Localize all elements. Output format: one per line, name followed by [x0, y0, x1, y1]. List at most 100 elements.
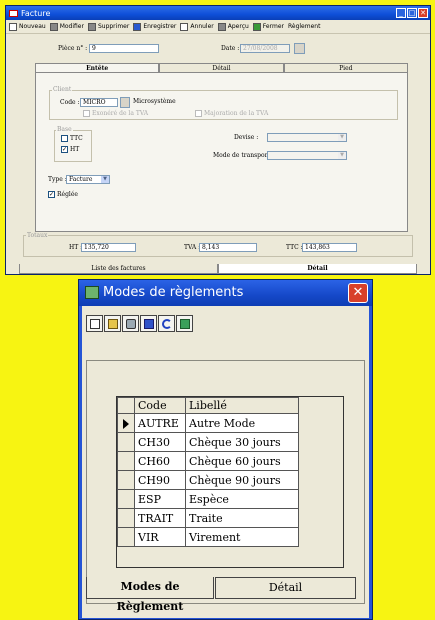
- minimize-icon[interactable]: _: [396, 8, 406, 18]
- exonere-checkbox[interactable]: Exonéré de la TVA: [83, 110, 148, 117]
- fermer-button[interactable]: Fermer: [252, 22, 284, 31]
- save-icon: [133, 22, 142, 31]
- cell-libelle[interactable]: Virement: [185, 527, 299, 547]
- date-input[interactable]: 27/08/2008: [240, 44, 290, 53]
- chevron-down-icon: ▼: [338, 152, 346, 159]
- table-row[interactable]: CH60 Chèque 60 jours: [117, 451, 299, 471]
- save-button[interactable]: [140, 314, 157, 332]
- date-label: Date :: [221, 45, 240, 52]
- cell-code[interactable]: VIR: [134, 527, 186, 547]
- modes-grid: Code Libellé AUTRE Autre Mode CH30 Chèqu…: [116, 396, 344, 568]
- client-name: Microsystème: [133, 98, 176, 105]
- piece-input[interactable]: 9: [89, 44, 159, 53]
- tab-facture-detail[interactable]: Détail: [218, 264, 417, 274]
- modes-toolbar: [86, 312, 194, 334]
- base-group-title: Base: [56, 126, 73, 133]
- undo-button[interactable]: [158, 314, 175, 332]
- exit-icon: [85, 286, 99, 299]
- totaux-group-title: Totaux: [26, 232, 49, 239]
- tab-modes-detail[interactable]: Détail: [215, 577, 356, 599]
- reglement-button[interactable]: Règlement: [288, 23, 320, 30]
- enregistrer-button[interactable]: Enregistrer: [133, 22, 176, 31]
- tab-modes-reglement[interactable]: Modes de Règlement: [86, 577, 214, 613]
- cell-code[interactable]: TRAIT: [134, 508, 186, 528]
- cell-libelle[interactable]: Autre Mode: [185, 413, 299, 433]
- tva-total-label: TVA :: [184, 244, 201, 251]
- tab-liste-factures[interactable]: Liste des factures: [19, 264, 218, 274]
- row-indicator: [117, 451, 135, 471]
- chevron-down-icon: ▼: [338, 134, 346, 141]
- entete-panel: Client Code : MICRO Microsystème Exonéré…: [35, 72, 408, 232]
- exit-icon: [252, 22, 261, 31]
- facture-bottom-tabs: Liste des factures Détail: [19, 264, 417, 274]
- facture-window: Facture _ □ ✕ Nouveau Modifier Supprimer…: [5, 5, 431, 275]
- chevron-down-icon: ▼: [101, 176, 109, 183]
- save-icon: [144, 318, 154, 329]
- cell-code[interactable]: ESP: [134, 489, 186, 509]
- ht-total-field: 135,720: [81, 243, 136, 252]
- reglee-checkbox[interactable]: ✓ Réglée: [48, 191, 78, 198]
- folder-open-icon: [108, 318, 118, 329]
- modes-title-bar[interactable]: Modes de règlements: [79, 280, 372, 306]
- table-row[interactable]: TRAIT Traite: [117, 508, 299, 528]
- transport-select[interactable]: ▼: [267, 151, 347, 160]
- table-row[interactable]: CH90 Chèque 90 jours: [117, 470, 299, 490]
- annuler-button[interactable]: Annuler: [180, 22, 214, 31]
- apercu-button[interactable]: Aperçu: [217, 22, 249, 31]
- close-button[interactable]: ✕: [348, 283, 368, 303]
- table-row[interactable]: CH30 Chèque 30 jours: [117, 432, 299, 452]
- column-header-libelle[interactable]: Libellé: [185, 397, 299, 414]
- client-code-input[interactable]: MICRO: [80, 98, 118, 107]
- cell-libelle[interactable]: Chèque 30 jours: [185, 432, 299, 452]
- new-document-icon: [90, 318, 100, 329]
- table-row[interactable]: VIR Virement: [117, 527, 299, 547]
- cell-code[interactable]: CH60: [134, 451, 186, 471]
- cell-code[interactable]: CH90: [134, 470, 186, 490]
- app-icon: [9, 9, 18, 17]
- cell-libelle[interactable]: Chèque 60 jours: [185, 451, 299, 471]
- modifier-button[interactable]: Modifier: [49, 22, 84, 31]
- code-label: Code :: [60, 99, 80, 106]
- cell-code[interactable]: AUTRE: [134, 413, 186, 433]
- ht-checkbox[interactable]: ✓ HT: [61, 146, 79, 153]
- modes-title: Modes de règlements: [103, 285, 244, 300]
- ttc-total-label: TTC :: [286, 244, 303, 251]
- calendar-icon[interactable]: [294, 43, 305, 54]
- nouveau-button[interactable]: Nouveau: [9, 22, 46, 31]
- maximize-icon[interactable]: □: [407, 8, 417, 18]
- cell-libelle[interactable]: Espèce: [185, 489, 299, 509]
- facture-title: Facture: [21, 8, 51, 18]
- undo-icon: [180, 22, 189, 31]
- ttc-total-field: 143,863: [302, 243, 357, 252]
- facture-title-bar[interactable]: Facture: [6, 6, 430, 20]
- piece-label: Pièce n° :: [58, 45, 88, 52]
- edit-icon: [49, 22, 58, 31]
- client-lookup-button[interactable]: [120, 97, 130, 108]
- table-header-row: Code Libellé: [117, 397, 299, 414]
- ttc-checkbox[interactable]: TTC: [61, 135, 83, 142]
- trash-icon: [126, 318, 136, 329]
- new-document-icon: [9, 22, 17, 31]
- current-row-icon: [117, 413, 135, 433]
- facture-toolbar: Nouveau Modifier Supprimer Enregistrer A…: [6, 20, 430, 34]
- cell-libelle[interactable]: Chèque 90 jours: [185, 470, 299, 490]
- cell-libelle[interactable]: Traite: [185, 508, 299, 528]
- cell-code[interactable]: CH30: [134, 432, 186, 452]
- type-select[interactable]: Facture ▼: [66, 175, 110, 184]
- row-indicator: [117, 508, 135, 528]
- column-header-code[interactable]: Code: [134, 397, 186, 414]
- open-button[interactable]: [104, 314, 121, 332]
- new-button[interactable]: [86, 314, 103, 332]
- transport-label: Mode de transport :: [213, 152, 274, 159]
- majoration-checkbox[interactable]: Majoration de la TVA: [195, 110, 268, 117]
- table-row[interactable]: ESP Espèce: [117, 489, 299, 509]
- exit-button[interactable]: [176, 314, 193, 332]
- supprimer-button[interactable]: Supprimer: [87, 22, 129, 31]
- modes-window: Modes de règlements ✕ Code Libellé AUTRE…: [78, 279, 373, 620]
- delete-button[interactable]: [122, 314, 139, 332]
- print-preview-icon: [217, 22, 226, 31]
- table-row[interactable]: AUTRE Autre Mode: [117, 413, 299, 433]
- close-icon[interactable]: ✕: [418, 8, 428, 18]
- devise-select[interactable]: ▼: [267, 133, 347, 142]
- facture-window-controls: _ □ ✕: [396, 8, 428, 18]
